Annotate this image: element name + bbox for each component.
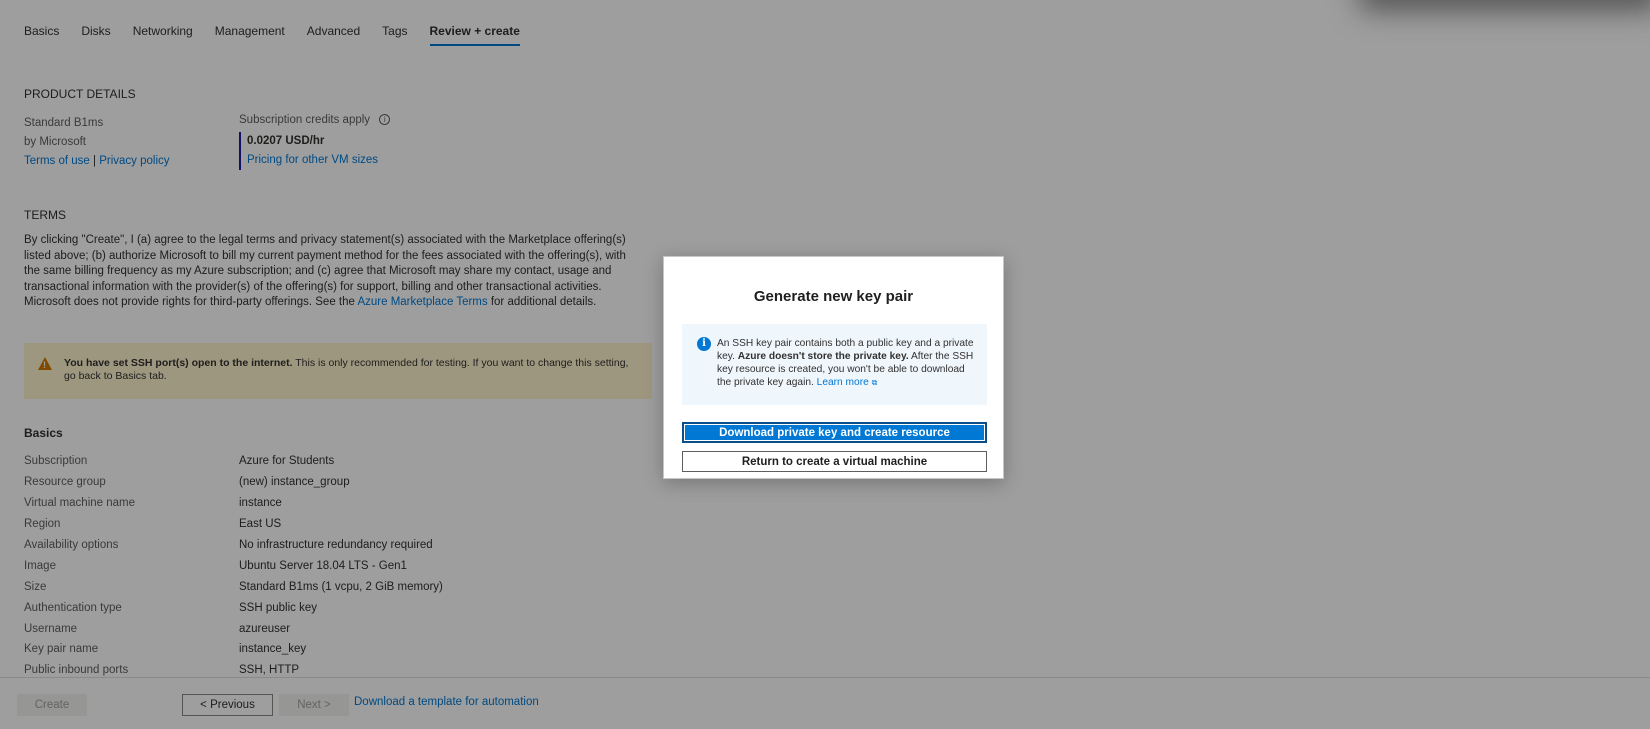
dialog-info-box: i An SSH key pair contains both a public… bbox=[682, 324, 987, 405]
download-private-key-button[interactable]: Download private key and create resource bbox=[682, 422, 987, 443]
return-button[interactable]: Return to create a virtual machine bbox=[682, 451, 987, 472]
generate-key-pair-dialog: Generate new key pair i An SSH key pair … bbox=[663, 256, 1004, 479]
dialog-title: Generate new key pair bbox=[753, 288, 914, 305]
external-link-icon: ⧉ bbox=[871, 378, 878, 387]
learn-more-link[interactable]: Learn more ⧉ bbox=[817, 377, 878, 388]
learn-more-label: Learn more bbox=[816, 377, 869, 388]
info-icon: i bbox=[697, 337, 711, 351]
info-bold: Azure doesn't store the private key. bbox=[737, 351, 909, 362]
